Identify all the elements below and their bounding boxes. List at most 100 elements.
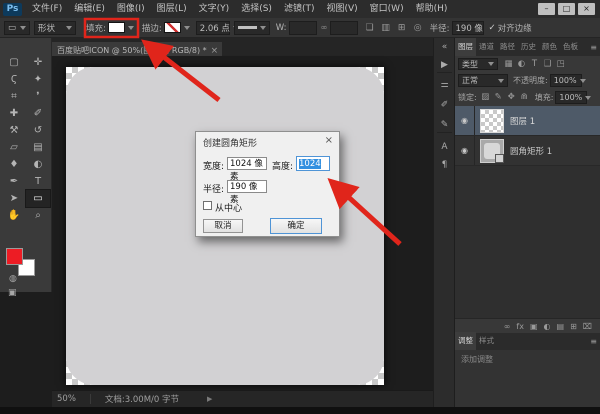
blend-mode-dropdown[interactable]: 正常 (458, 74, 508, 87)
layer-name[interactable]: 圆角矩形 1 (510, 145, 552, 157)
brush-tool[interactable]: ✐ (26, 105, 50, 122)
radius-field[interactable]: 190 像素 (227, 180, 267, 205)
layer-row-2[interactable]: ◉ 圆角矩形 1 (455, 136, 600, 166)
menu-window[interactable]: 窗口(W) (364, 0, 410, 18)
menu-file[interactable]: 文件(F) (26, 0, 68, 18)
type-tool[interactable]: T (26, 173, 50, 190)
layer-mask-icon[interactable]: ▣ (530, 322, 538, 331)
hand-tool[interactable]: ✋ (2, 207, 26, 224)
panel-menu-icon[interactable]: ≡ (590, 337, 597, 350)
filter-shape-icon[interactable]: ❑ (541, 58, 554, 71)
history-brush-tool[interactable]: ↺ (26, 122, 50, 139)
tab-adjustments[interactable]: 调整 (455, 332, 476, 350)
tab-swatches[interactable]: 色板 (560, 38, 581, 56)
foreground-color-swatch[interactable] (6, 248, 23, 265)
chain-link-icon[interactable]: ∞ (321, 23, 328, 33)
lock-position-icon[interactable]: ✥ (505, 91, 518, 104)
status-menu-arrow-icon[interactable]: ▶ (207, 395, 212, 403)
layer-style-icon[interactable]: fx (516, 322, 524, 331)
new-layer-icon[interactable]: ⊞ (570, 322, 577, 331)
ok-button[interactable]: 确定 (270, 218, 322, 234)
tab-channels[interactable]: 通道 (476, 38, 497, 56)
fill-field[interactable]: 100% (555, 91, 592, 104)
character-panel-icon[interactable]: A (437, 140, 452, 154)
menu-image[interactable]: 图像(I) (111, 0, 151, 18)
opacity-field[interactable]: 100% (549, 74, 586, 87)
check-icon[interactable]: ✓ (489, 23, 496, 33)
dialog-close-icon[interactable]: × (325, 135, 333, 146)
collapse-panels-icon[interactable]: « (437, 40, 452, 54)
path-alignment-icon[interactable]: ▥ (380, 23, 392, 33)
lock-transparency-icon[interactable]: ▨ (479, 91, 492, 104)
path-operations-icon[interactable]: ❏ (364, 23, 376, 33)
cancel-button[interactable]: 取消 (203, 219, 243, 233)
menu-help[interactable]: 帮助(H) (410, 0, 454, 18)
link-layers-icon[interactable]: ∞ (504, 322, 511, 331)
shape-height-field[interactable] (329, 20, 358, 35)
delete-layer-icon[interactable]: ⌧ (583, 322, 592, 331)
menu-layer[interactable]: 图层(L) (151, 0, 193, 18)
stroke-swatch[interactable] (163, 22, 190, 33)
height-field[interactable]: 1024 (296, 156, 330, 171)
adjustment-layer-icon[interactable]: ◐ (544, 322, 551, 331)
menu-type[interactable]: 文字(Y) (193, 0, 236, 18)
rounded-rectangle-tool[interactable]: ▭ (25, 189, 51, 208)
align-edges-label[interactable]: 对齐边缘 (498, 22, 532, 34)
rectangular-marquee-tool[interactable]: ▢ (2, 54, 26, 71)
filter-adjustment-icon[interactable]: ◐ (515, 58, 528, 71)
shape-layer-thumbnail[interactable] (480, 138, 504, 163)
tab-color[interactable]: 颜色 (539, 38, 560, 56)
filter-image-icon[interactable]: ▦ (502, 58, 515, 71)
tool-preset-dropdown[interactable]: ▭ (4, 20, 30, 35)
menu-edit[interactable]: 编辑(E) (68, 0, 111, 18)
tab-paths[interactable]: 路径 (497, 38, 518, 56)
stroke-width-field[interactable]: 2.06 点 (195, 20, 239, 35)
move-tool[interactable]: ✛ (26, 54, 50, 71)
radius-field[interactable]: 190 像 (451, 20, 484, 35)
eraser-tool[interactable]: ▱ (2, 139, 26, 156)
visibility-eye-icon[interactable]: ◉ (455, 136, 475, 165)
visibility-eye-icon[interactable]: ◉ (455, 106, 475, 135)
quick-selection-tool[interactable]: ✦ (26, 71, 50, 88)
lock-all-icon[interactable]: ⋒ (518, 91, 531, 104)
filter-smart-object-icon[interactable]: ◳ (554, 58, 567, 71)
zoom-tool[interactable]: ⌕ (26, 207, 50, 224)
minimize-button[interactable]: – (538, 3, 555, 15)
maximize-button[interactable]: □ (558, 3, 575, 15)
menu-view[interactable]: 视图(V) (320, 0, 363, 18)
path-selection-tool[interactable]: ➤ (2, 190, 26, 207)
spot-healing-brush-tool[interactable]: ✚ (2, 105, 26, 122)
brush-presets-panel-icon[interactable]: ✎ (437, 118, 452, 133)
layer-name[interactable]: 图层 1 (510, 115, 535, 127)
panel-menu-icon[interactable]: ≡ (590, 43, 597, 56)
filter-type-icon[interactable]: T (528, 58, 541, 71)
clone-stamp-tool[interactable]: ⚒ (2, 122, 26, 139)
tab-close-icon[interactable]: × (211, 46, 219, 56)
lasso-tool[interactable]: Ϛ (2, 71, 26, 88)
menu-select[interactable]: 选择(S) (235, 0, 278, 18)
crop-tool[interactable]: ⌗ (2, 88, 26, 105)
stroke-style-dropdown[interactable] (233, 20, 270, 35)
filter-kind-dropdown[interactable]: 类型 (458, 58, 498, 70)
lock-pixels-icon[interactable]: ✎ (492, 91, 505, 104)
width-field[interactable]: 1024 像素 (227, 157, 267, 182)
fill-swatch[interactable] (107, 22, 134, 33)
tab-styles[interactable]: 样式 (476, 332, 497, 350)
layer-row-1[interactable]: ◉ 图层 1 (455, 106, 600, 136)
actions-panel-icon[interactable]: ▶ (437, 58, 452, 73)
close-button[interactable]: × (578, 3, 595, 15)
blur-tool[interactable]: ♦ (2, 156, 26, 173)
tab-layers[interactable]: 图层 (455, 38, 476, 56)
brush-panel-icon[interactable]: ✐ (437, 98, 452, 112)
zoom-level[interactable]: 50% (57, 394, 76, 404)
clone-source-panel-icon[interactable]: ⚌ (437, 78, 452, 92)
screen-mode-icon[interactable]: ▣ (8, 288, 17, 298)
layer-group-icon[interactable]: ▤ (557, 322, 565, 331)
tab-history[interactable]: 历史 (518, 38, 539, 56)
layer-thumbnail[interactable] (480, 108, 504, 133)
paragraph-panel-icon[interactable]: ¶ (437, 158, 452, 172)
gradient-tool[interactable]: ▤ (26, 139, 50, 156)
pen-tool[interactable]: ✒ (2, 173, 26, 190)
path-arrangement-icon[interactable]: ⊞ (396, 23, 408, 33)
dodge-tool[interactable]: ◐ (26, 156, 50, 173)
